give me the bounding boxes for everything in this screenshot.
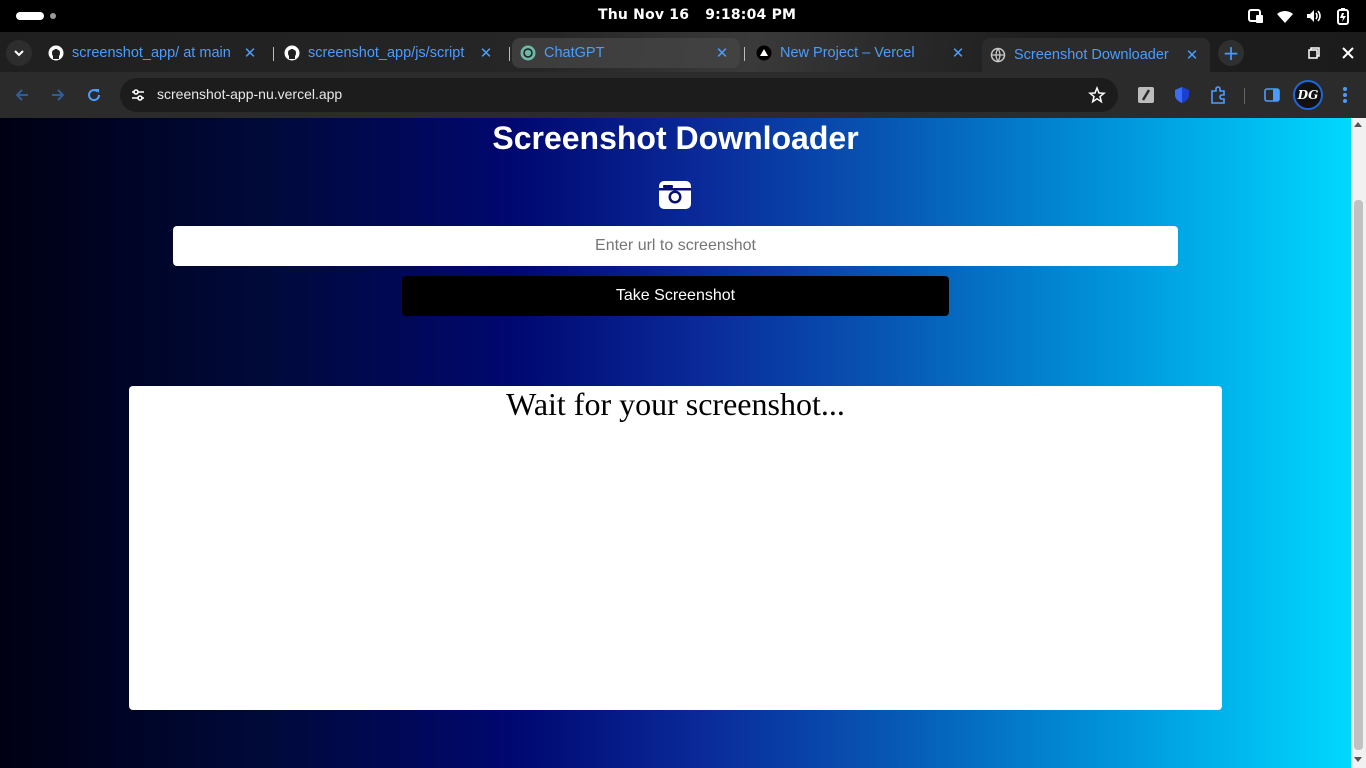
extension-s-icon (1138, 87, 1154, 103)
tab-separator (273, 47, 274, 61)
clock[interactable]: Thu Nov 16 9:18:04 PM (598, 7, 812, 23)
github-icon (48, 45, 64, 61)
back-button[interactable] (10, 83, 34, 107)
browser-tab-strip: screenshot_app/ at main ✕ screenshot_app… (0, 32, 1366, 72)
url-text[interactable]: screenshot-app-nu.vercel.app (157, 86, 342, 102)
close-window-button[interactable] (1335, 40, 1361, 66)
page-scrollbar[interactable] (1351, 118, 1366, 768)
screen-share-icon[interactable] (1247, 7, 1265, 25)
scroll-down-arrow-icon[interactable] (1354, 757, 1362, 762)
close-icon[interactable]: ✕ (1184, 47, 1200, 64)
extensions-button[interactable] (1208, 85, 1228, 105)
tab-screenshot-downloader[interactable]: Screenshot Downloader ✕ (982, 38, 1210, 72)
vercel-icon (756, 45, 772, 61)
close-icon[interactable]: ✕ (714, 45, 730, 62)
side-panel-button[interactable] (1262, 85, 1282, 105)
system-top-bar: Thu Nov 16 9:18:04 PM (0, 0, 1366, 32)
restore-window-button[interactable] (1301, 40, 1327, 66)
side-panel-icon (1264, 88, 1280, 102)
globe-icon (990, 47, 1006, 63)
arrow-left-icon (15, 89, 28, 101)
workspace-active-pill (16, 12, 44, 20)
close-icon (1342, 47, 1354, 59)
forward-button[interactable] (46, 83, 70, 107)
page-viewport: Screenshot Downloader Take Screenshot Wa… (0, 118, 1351, 768)
star-icon[interactable] (1088, 86, 1106, 104)
tab-title: New Project – Vercel (780, 45, 915, 61)
clock-time: 9:18:04 PM (705, 7, 797, 23)
tab-vercel[interactable]: New Project – Vercel ✕ (748, 38, 976, 68)
screenshot-result-panel: Wait for your screenshot... (129, 386, 1222, 710)
arrow-right-icon (52, 89, 65, 101)
tab-github-main[interactable]: screenshot_app/ at main ✕ (40, 38, 268, 68)
github-icon (284, 45, 300, 61)
address-bar[interactable]: screenshot-app-nu.vercel.app (120, 78, 1118, 112)
reload-button[interactable] (82, 83, 106, 107)
tab-separator (744, 47, 745, 61)
extension-shield-button[interactable] (1172, 85, 1192, 105)
system-tray[interactable] (1247, 7, 1352, 25)
tab-search-button[interactable] (6, 40, 32, 66)
tab-title: Screenshot Downloader (1014, 47, 1169, 63)
reload-icon (88, 89, 101, 102)
restore-icon (1308, 47, 1320, 59)
toolbar-separator (1244, 88, 1245, 104)
chatgpt-icon (520, 45, 536, 61)
extension-button[interactable] (1136, 85, 1156, 105)
url-input[interactable] (173, 226, 1178, 266)
tab-chatgpt[interactable]: ChatGPT ✕ (512, 38, 740, 68)
plus-icon: + (1222, 41, 1240, 65)
workspace-dot (50, 13, 56, 19)
scroll-up-arrow-icon[interactable] (1354, 122, 1362, 127)
battery-icon[interactable] (1334, 7, 1352, 25)
site-info-icon[interactable] (129, 86, 147, 104)
volume-icon[interactable] (1305, 7, 1323, 25)
close-icon[interactable]: ✕ (478, 45, 494, 62)
camera-retro-icon (659, 181, 691, 209)
activities-indicator[interactable] (16, 12, 56, 20)
kebab-menu-icon[interactable] (1338, 85, 1352, 105)
tab-title: screenshot_app/ at main (72, 45, 231, 61)
close-icon[interactable]: ✕ (950, 45, 966, 62)
close-icon[interactable]: ✕ (242, 45, 258, 62)
tab-title: screenshot_app/js/script (308, 45, 465, 61)
puzzle-icon (1211, 86, 1225, 104)
shield-icon (1175, 87, 1189, 103)
clock-date: Thu Nov 16 (598, 7, 690, 23)
page-title: Screenshot Downloader (492, 120, 859, 156)
browser-toolbar: screenshot-app-nu.vercel.app DG (0, 72, 1366, 118)
tab-github-script[interactable]: screenshot_app/js/script ✕ (276, 38, 504, 68)
wifi-icon[interactable] (1276, 7, 1294, 25)
tab-title: ChatGPT (544, 45, 605, 61)
take-screenshot-button[interactable]: Take Screenshot (402, 276, 949, 316)
scroll-thumb[interactable] (1354, 200, 1363, 750)
new-tab-button[interactable]: + (1218, 40, 1244, 66)
chevron-down-icon (14, 50, 24, 57)
result-status-text: Wait for your screenshot... (506, 386, 845, 422)
profile-avatar[interactable]: DG (1293, 80, 1323, 110)
tab-separator (509, 47, 510, 61)
